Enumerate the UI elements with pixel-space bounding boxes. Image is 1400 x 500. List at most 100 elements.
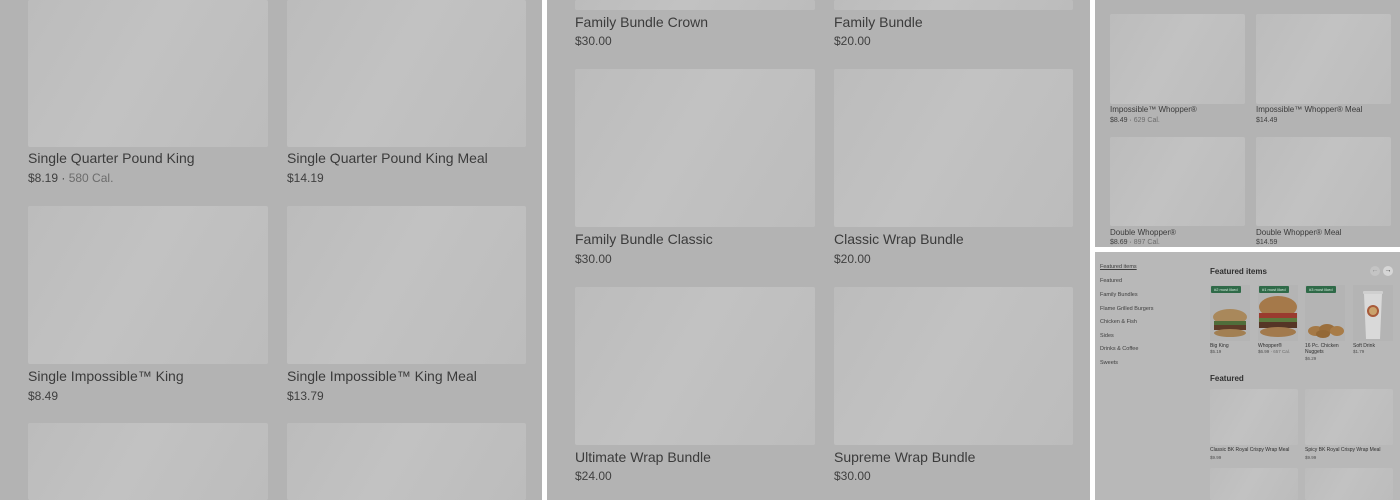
menu-item-card[interactable] [28, 0, 268, 147]
nav-item-flame-grilled-burgers[interactable]: Flame Grilled Burgers [1100, 306, 1154, 312]
item-image [1256, 137, 1391, 226]
item-image [834, 0, 1073, 10]
item-name[interactable]: Spicy BK Royal Crispy Wrap Meal [1305, 447, 1381, 453]
item-name[interactable]: Classic Wrap Bundle [834, 231, 964, 247]
menu-item-card[interactable] [575, 0, 815, 10]
menu-panel-overview: Featured items Featured Family Bundles F… [1095, 252, 1400, 500]
item-name[interactable]: Classic BK Royal Crispy Wrap Meal [1210, 447, 1289, 453]
menu-item-card[interactable] [834, 0, 1073, 10]
item-price: $14.19 [287, 171, 324, 185]
menu-panel-burgers: Single Quarter Pound King $8.19 · 580 Ca… [0, 0, 542, 500]
item-price: $20.00 [834, 34, 871, 48]
item-image [28, 206, 268, 364]
item-price: $24.00 [575, 469, 612, 483]
price-value: $6.99 [1258, 349, 1270, 354]
item-price: $9.99 [1210, 455, 1222, 460]
item-image [834, 69, 1073, 227]
item-image [834, 287, 1073, 445]
nav-item-family-bundles[interactable]: Family Bundles [1100, 292, 1138, 298]
calories: 629 Cal. [1133, 117, 1160, 124]
popularity-badge: #1 most liked [1259, 286, 1289, 293]
item-image [575, 0, 815, 10]
nav-item-sweets[interactable]: Sweets [1100, 360, 1118, 366]
item-image [287, 423, 526, 500]
menu-item-card[interactable] [1256, 137, 1391, 226]
menu-item-card[interactable] [575, 69, 815, 227]
item-name[interactable]: Family Bundle [834, 14, 923, 30]
menu-item-card[interactable] [287, 0, 526, 147]
menu-item-card[interactable] [575, 287, 815, 445]
menu-item-card[interactable] [1210, 389, 1298, 445]
item-name[interactable]: Ultimate Wrap Bundle [575, 449, 711, 465]
item-price: $13.79 [287, 389, 324, 403]
nav-item-sides[interactable]: Sides [1100, 333, 1114, 339]
item-price: $14.49 [1256, 117, 1278, 124]
item-image [1353, 285, 1393, 341]
nav-item-featured-items[interactable]: Featured items [1100, 264, 1137, 270]
menu-item-card[interactable] [287, 206, 526, 364]
item-price: $30.00 [575, 34, 612, 48]
chicken-nuggets-icon [1308, 324, 1344, 338]
price-value: $8.19 [28, 171, 59, 185]
item-name[interactable]: Family Bundle Crown [575, 14, 708, 30]
carousel-prev-button[interactable]: ← [1370, 266, 1380, 276]
calories: 897 Cal. [1133, 239, 1160, 246]
item-price: $14.59 [1256, 239, 1278, 246]
item-name[interactable]: Single Quarter Pound King Meal [287, 150, 488, 166]
item-name[interactable]: Family Bundle Classic [575, 231, 713, 247]
item-price: $1.79 [1353, 349, 1365, 354]
burger-icon [1213, 309, 1247, 337]
item-image [1258, 285, 1298, 341]
menu-item-card[interactable] [834, 287, 1073, 445]
menu-item-card[interactable] [834, 69, 1073, 227]
item-image [1110, 137, 1245, 226]
item-image [1210, 389, 1298, 445]
item-name: 16 Pc. Chicken Nuggets [1305, 343, 1339, 355]
nav-item-drinks-coffee[interactable]: Drinks & Coffee [1100, 346, 1138, 352]
popularity-badge: #3 most liked [1306, 286, 1336, 293]
nav-item-chicken-fish[interactable]: Chicken & Fish [1100, 319, 1137, 325]
item-name[interactable]: Single Quarter Pound King [28, 150, 195, 166]
item-image [1210, 468, 1298, 500]
item-price: $5.19 [1210, 349, 1222, 354]
item-image [1305, 285, 1345, 341]
menu-item-card[interactable] [1110, 137, 1245, 226]
menu-panel-whoppers: Impossible™ Whopper® $8.49 · 629 Cal. Im… [1095, 0, 1400, 247]
item-name[interactable]: Impossible™ Whopper® [1110, 105, 1197, 114]
menu-item-card[interactable] [1305, 389, 1393, 445]
item-name[interactable]: Double Whopper® Meal [1256, 228, 1342, 237]
item-name[interactable]: Single Impossible™ King Meal [287, 368, 477, 384]
item-name[interactable]: Supreme Wrap Bundle [834, 449, 975, 465]
item-image [28, 0, 268, 147]
popularity-badge: #2 most liked [1211, 286, 1241, 293]
item-image [1305, 468, 1393, 500]
item-name[interactable]: Impossible™ Whopper® Meal [1256, 105, 1362, 114]
menu-item-card[interactable] [1210, 468, 1298, 500]
menu-item-card[interactable] [28, 423, 268, 500]
item-name[interactable]: Double Whopper® [1110, 228, 1176, 237]
nav-item-featured[interactable]: Featured [1100, 278, 1122, 284]
item-name[interactable]: Single Impossible™ King [28, 368, 184, 384]
item-price: $6.29 [1305, 356, 1317, 361]
menu-item-card[interactable] [1305, 468, 1393, 500]
item-image [1305, 389, 1393, 445]
item-price: $8.19 · 580 Cal. [28, 171, 114, 185]
item-price: $30.00 [834, 469, 871, 483]
menu-item-card[interactable] [1256, 14, 1391, 104]
item-price: $30.00 [575, 252, 612, 266]
carousel-next-button[interactable]: → [1383, 266, 1393, 276]
soft-drink-icon [1363, 291, 1383, 339]
calories: 657 Cal. [1273, 349, 1291, 354]
menu-item-card[interactable] [287, 423, 526, 500]
section-title-featured-items: Featured items [1210, 267, 1267, 276]
menu-panel-bundles: Family Bundle Crown $30.00 Family Bundle… [547, 0, 1090, 500]
item-image [28, 423, 268, 500]
item-image [575, 287, 815, 445]
item-price: $6.99 · 657 Cal. [1258, 349, 1291, 354]
item-image [1110, 14, 1245, 104]
item-image [287, 206, 526, 364]
menu-item-card[interactable] [28, 206, 268, 364]
menu-item-card[interactable] [1110, 14, 1245, 104]
price-value: $8.49 [1110, 117, 1128, 124]
item-image [1256, 14, 1391, 104]
